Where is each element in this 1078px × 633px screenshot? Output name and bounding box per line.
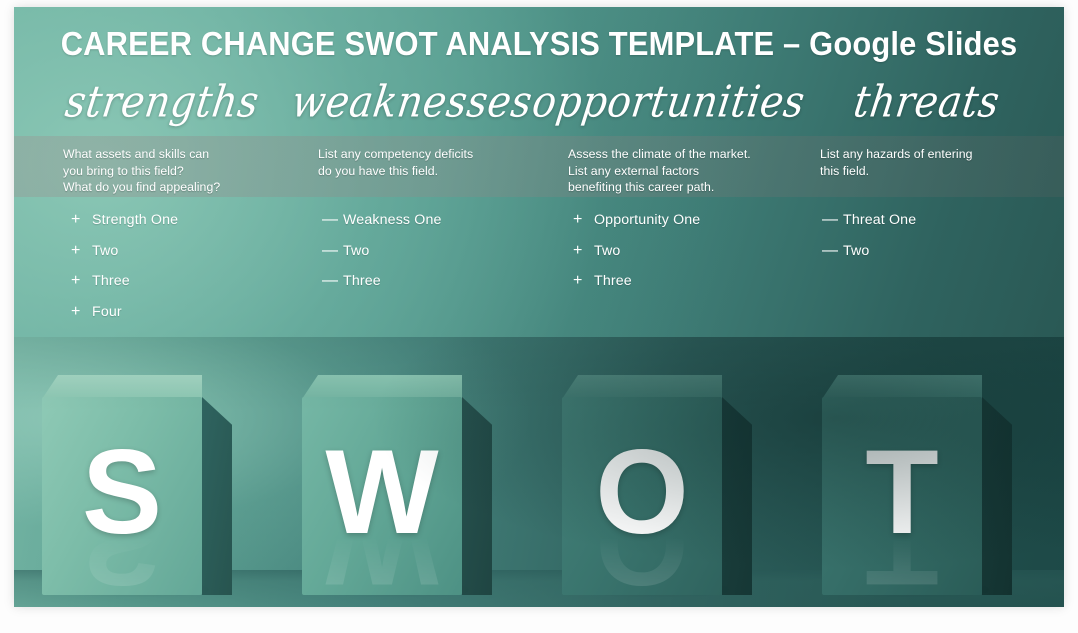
list-item[interactable]: — Two xyxy=(822,236,916,267)
dash-icon: — xyxy=(322,272,338,289)
list-item-label: Two xyxy=(594,242,621,259)
cube-side-face xyxy=(462,397,492,595)
quadrant-heading-threats: threats xyxy=(850,77,1003,128)
bullet-list-threats: — Threat One — Two xyxy=(822,205,916,266)
list-item-label: Threat One xyxy=(843,212,917,228)
prompt-strengths: What assets and skills can you bring to … xyxy=(63,147,221,194)
cube-letter: T xyxy=(865,425,939,559)
dash-icon: — xyxy=(822,241,838,259)
cube-top-face xyxy=(42,375,202,399)
dash-icon: — xyxy=(322,241,338,259)
list-item-label: Weakness One xyxy=(343,212,442,228)
list-item[interactable]: + Four xyxy=(71,297,178,328)
plus-icon: + xyxy=(573,211,583,228)
cube-front-face: W xyxy=(302,397,462,595)
list-item-label: Three xyxy=(92,273,130,289)
plus-icon: + xyxy=(71,211,81,228)
list-item[interactable]: — Two xyxy=(322,236,442,267)
page-title: CAREER CHANGE SWOT ANALYSIS TEMPLATE – G… xyxy=(60,25,1018,62)
list-item[interactable]: + Opportunity One xyxy=(573,205,700,236)
cube-front-face: T xyxy=(822,397,982,595)
cube-top-face xyxy=(822,375,982,399)
bullet-list-opportunities: + Opportunity One + Two + Three xyxy=(573,205,700,297)
quadrant-heading-opportunities: opportunities xyxy=(529,77,808,128)
plus-icon: + xyxy=(573,241,583,259)
cube-front-face: O xyxy=(562,397,722,595)
cube-top-face xyxy=(562,375,722,399)
list-item-label: Three xyxy=(343,273,381,289)
list-item[interactable]: — Threat One xyxy=(822,205,916,236)
prompt-weaknesses: List any competency deficits do you have… xyxy=(318,147,474,178)
quadrant-heading-row: strengths weaknesses opportunities threa… xyxy=(14,75,1064,137)
list-item-label: Four xyxy=(92,303,122,320)
quadrant-heading-strengths: strengths xyxy=(62,77,263,128)
list-item[interactable]: + Three xyxy=(573,266,700,297)
plus-icon: + xyxy=(71,272,81,289)
cube-front-face: S xyxy=(42,397,202,595)
list-item-label: Two xyxy=(343,242,370,259)
prompt-opportunities: Assess the climate of the market. List a… xyxy=(568,147,751,194)
dash-icon: — xyxy=(822,211,838,228)
bullet-list-strengths: + Strength One + Two + Three + Four xyxy=(71,205,178,327)
plus-icon: + xyxy=(71,241,81,259)
list-item[interactable]: + Strength One xyxy=(71,205,178,236)
dash-icon: — xyxy=(322,211,338,228)
list-item-label: Two xyxy=(92,242,119,259)
plus-icon: + xyxy=(71,302,81,320)
list-item-label: Two xyxy=(843,242,870,259)
plus-icon: + xyxy=(573,272,583,289)
list-item[interactable]: + Two xyxy=(71,236,178,267)
list-item-label: Strength One xyxy=(92,212,179,228)
cube-letter: O xyxy=(595,425,689,559)
cube-top-face xyxy=(302,375,462,399)
swot-slide: CAREER CHANGE SWOT ANALYSIS TEMPLATE – G… xyxy=(14,7,1064,607)
page-background: CAREER CHANGE SWOT ANALYSIS TEMPLATE – G… xyxy=(0,0,1078,633)
list-item-label: Three xyxy=(594,273,632,289)
swot-cubes-photo: S S W W xyxy=(14,337,1064,607)
prompt-band: What assets and skills can you bring to … xyxy=(14,136,1064,197)
list-item[interactable]: + Three xyxy=(71,266,178,297)
cube-letter: S xyxy=(81,425,163,559)
cube-side-face xyxy=(202,397,232,595)
list-item[interactable]: — Three xyxy=(322,266,442,297)
prompt-threats: List any hazards of entering this field. xyxy=(820,147,973,178)
cube-letter: W xyxy=(325,425,439,559)
list-item[interactable]: + Two xyxy=(573,236,700,267)
bullet-list-weaknesses: — Weakness One — Two — Three xyxy=(322,205,442,297)
quadrant-heading-weaknesses: weaknesses xyxy=(288,77,536,128)
list-item[interactable]: — Weakness One xyxy=(322,205,442,236)
cube-side-face xyxy=(722,397,752,595)
list-item-label: Opportunity One xyxy=(594,212,701,228)
cube-side-face xyxy=(982,397,1012,595)
